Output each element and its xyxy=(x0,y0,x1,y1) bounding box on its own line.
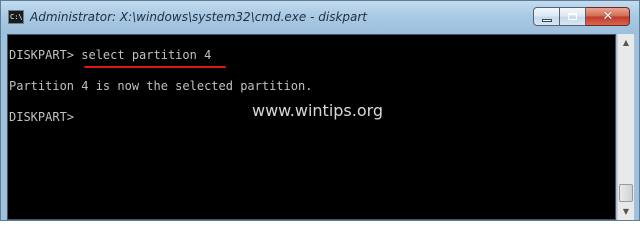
caption-buttons: ✕ xyxy=(533,7,630,27)
maximize-icon xyxy=(568,13,577,20)
title-bar[interactable]: C:\ Administrator: X:\windows\system32\c… xyxy=(1,1,639,34)
maximize-button[interactable] xyxy=(560,7,586,26)
command-prompt-icon[interactable]: C:\ xyxy=(8,10,24,24)
scroll-up-icon[interactable]: ▲ xyxy=(618,34,634,51)
cmd-window: C:\ Administrator: X:\windows\system32\c… xyxy=(0,0,640,221)
console-line-prompt: DISKPART> xyxy=(9,110,81,125)
prompt: DISKPART> xyxy=(9,48,82,62)
console-line-result: Partition 4 is now the selected partitio… xyxy=(9,79,313,93)
command-text: select partition 4 xyxy=(81,48,212,62)
console-line-command: DISKPART> select partition 4 xyxy=(9,48,211,63)
minimize-icon xyxy=(542,19,552,22)
command-highlight-underline xyxy=(84,66,226,68)
scroll-thumb[interactable] xyxy=(619,184,633,202)
scroll-down-icon[interactable]: ▼ xyxy=(618,203,634,220)
vertical-scrollbar[interactable]: ▲ ▼ xyxy=(617,34,634,220)
minimize-button[interactable] xyxy=(533,7,560,26)
prompt: DISKPART> xyxy=(9,110,82,124)
console-output[interactable]: DISKPART> select partition 4 Partition 4… xyxy=(7,34,616,220)
close-button[interactable]: ✕ xyxy=(586,7,630,26)
watermark: www.wintips.org xyxy=(252,101,384,120)
close-icon: ✕ xyxy=(602,9,614,24)
window-title: Administrator: X:\windows\system32\cmd.e… xyxy=(30,10,368,24)
